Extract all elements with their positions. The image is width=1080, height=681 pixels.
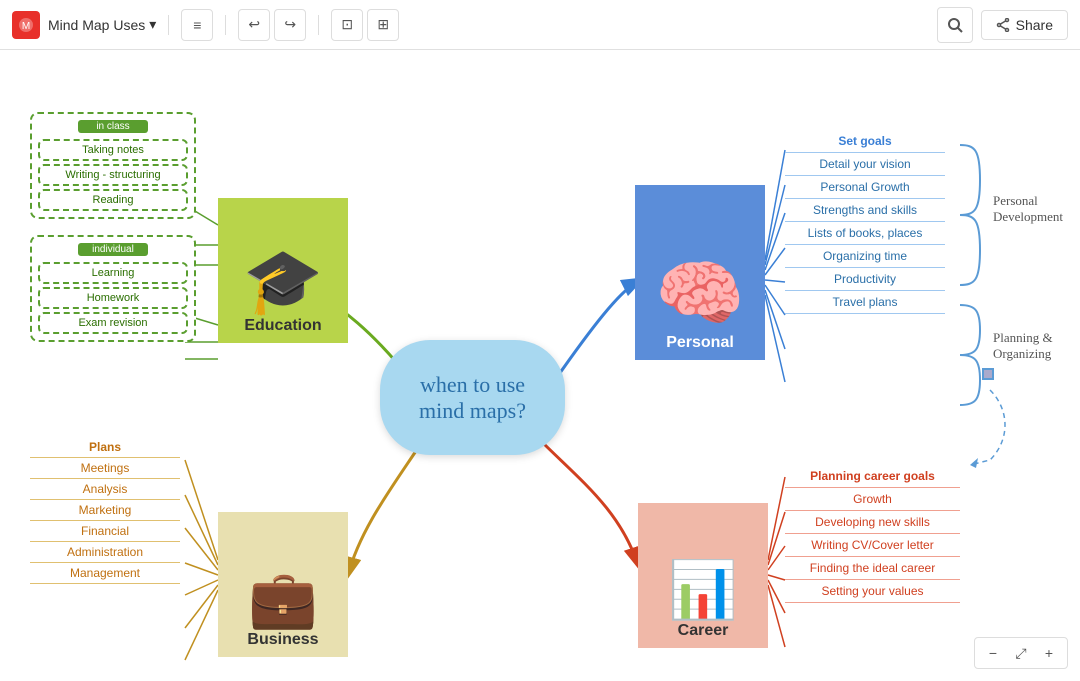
personal-label: Personal — [666, 334, 734, 352]
c-leaf-2: Developing new skills — [785, 511, 960, 534]
b-leaf-0: Plans — [30, 437, 180, 458]
frame-button[interactable]: ⊡ — [331, 9, 363, 41]
header: M Mind Map Uses ▾ ≡ ↩ ↪ ⊡ ⊞ Share — [0, 0, 1080, 50]
menu-button[interactable]: ≡ — [181, 9, 213, 41]
header-right: Share — [937, 7, 1068, 43]
b-leaf-4: Financial — [30, 521, 180, 542]
p-leaf-2: Personal Growth — [785, 176, 945, 199]
p-leaf-5: Organizing time — [785, 245, 945, 268]
edu-leaf-learning: Learning — [38, 262, 188, 284]
c-leaf-0: Planning career goals — [785, 465, 960, 488]
career-leaves: Planning career goals Growth Developing … — [785, 465, 960, 603]
share-label: Share — [1016, 17, 1053, 33]
p-leaf-4: Lists of books, places — [785, 222, 945, 245]
b-leaf-2: Analysis — [30, 479, 180, 500]
b-leaf-5: Administration — [30, 542, 180, 563]
c-leaf-3: Writing CV/Cover letter — [785, 534, 960, 557]
divider — [168, 15, 169, 35]
business-image: 💼 — [248, 571, 318, 627]
p-leaf-0: Set goals — [785, 130, 945, 153]
p-leaf-7: Travel plans — [785, 291, 945, 314]
view-buttons: ⊡ ⊞ — [331, 9, 399, 41]
edu-leaf-writing: Writing - structuring — [38, 164, 188, 186]
personal-node[interactable]: 🧠 Personal — [635, 185, 765, 360]
canvas: when to use mind maps? 🎓 Education in cl… — [0, 50, 1080, 681]
b-leaf-3: Marketing — [30, 500, 180, 521]
edu-group-in-class: in class — [78, 120, 148, 133]
p-leaf-6: Productivity — [785, 268, 945, 291]
divider2 — [225, 15, 226, 35]
p-leaf-3: Strengths and skills — [785, 199, 945, 222]
nav-buttons: ↩ ↪ — [238, 9, 306, 41]
edu-leaf-reading: Reading — [38, 189, 188, 211]
b-leaf-1: Meetings — [30, 458, 180, 479]
center-node[interactable]: when to use mind maps? — [380, 340, 565, 455]
edu-leaf-taking-notes: Taking notes — [38, 139, 188, 161]
p-leaf-1: Detail your vision — [785, 153, 945, 176]
personal-development-label: Personal Development — [993, 193, 1063, 225]
edu-leaf-homework: Homework — [38, 287, 188, 309]
career-node[interactable]: 📊 Career — [638, 503, 768, 648]
zoom-in-button[interactable]: + — [1037, 641, 1061, 665]
b-leaf-6: Management — [30, 563, 180, 584]
svg-text:M: M — [22, 21, 30, 32]
app-title[interactable]: Mind Map Uses ▾ — [48, 16, 156, 33]
personal-leaves: Set goals Detail your vision Personal Gr… — [785, 130, 945, 314]
center-text: when to use mind maps? — [419, 372, 526, 424]
edu-group-individual: individual — [78, 243, 148, 256]
planning-dot — [982, 368, 994, 380]
education-image: 🎓 — [243, 249, 323, 313]
personal-image: 🧠 — [655, 258, 745, 330]
zoom-controls: − ⤢ + — [974, 637, 1068, 669]
c-leaf-4: Finding the ideal career — [785, 557, 960, 580]
c-leaf-5: Setting your values — [785, 580, 960, 603]
share-button[interactable]: Share — [981, 10, 1068, 40]
fit-button[interactable]: ⤢ — [1009, 641, 1033, 665]
education-node[interactable]: 🎓 Education — [218, 198, 348, 343]
header-left: M Mind Map Uses ▾ ≡ ↩ ↪ ⊡ ⊞ — [12, 9, 399, 41]
business-leaves: Plans Meetings Analysis Marketing Financ… — [30, 437, 180, 584]
zoom-out-button[interactable]: − — [981, 641, 1005, 665]
education-label: Education — [244, 317, 321, 335]
c-leaf-1: Growth — [785, 488, 960, 511]
divider3 — [318, 15, 319, 35]
education-leaves: in class Taking notes Writing - structur… — [30, 112, 196, 342]
copy-button[interactable]: ⊞ — [367, 9, 399, 41]
search-button[interactable] — [937, 7, 973, 43]
career-image: 📊 — [668, 562, 738, 618]
app-icon: M — [12, 11, 40, 39]
planning-label: Planning & Organizing — [993, 330, 1053, 362]
business-label: Business — [247, 631, 318, 649]
business-node[interactable]: 💼 Business — [218, 512, 348, 657]
career-label: Career — [678, 622, 729, 640]
undo-button[interactable]: ↩ — [238, 9, 270, 41]
redo-button[interactable]: ↪ — [274, 9, 306, 41]
edu-leaf-exam: Exam revision — [38, 312, 188, 334]
